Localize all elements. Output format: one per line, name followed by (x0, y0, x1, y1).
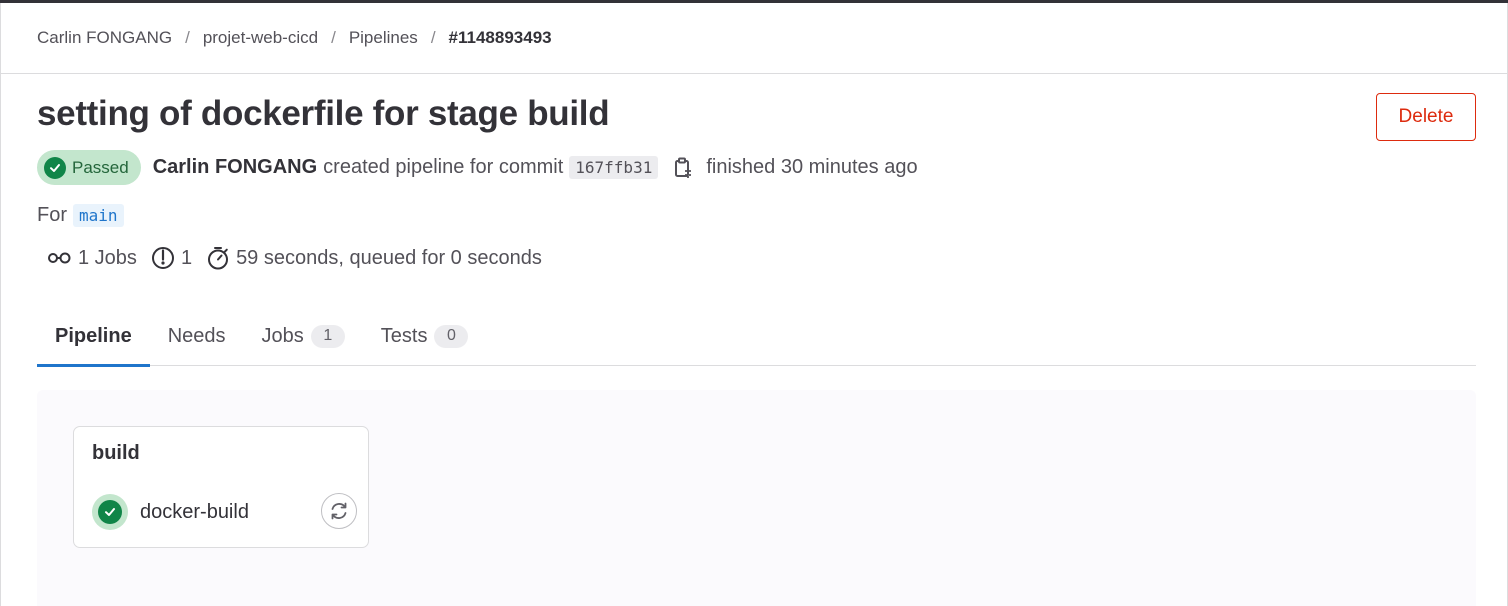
stage-card-build: build docker-build (73, 426, 369, 548)
action-text: created pipeline for commit (323, 156, 564, 178)
tab-label: Pipeline (55, 324, 132, 347)
stages-count-text: 1 (180, 246, 193, 269)
pipeline-stats: 1 Jobs 1 59 seconds, queued for 0 second… (48, 246, 556, 270)
duration: 59 seconds, queued for 0 seconds (206, 246, 542, 270)
finished-text: finished 30 minutes ago (706, 156, 918, 178)
job-item[interactable]: docker-build (92, 493, 357, 531)
pipeline-tabs: Pipeline Needs Jobs 1 Tests 0 (37, 306, 1476, 367)
stage-icon (151, 246, 175, 270)
breadcrumb-divider (0, 73, 1508, 74)
tab-tests[interactable]: Tests 0 (363, 306, 487, 366)
breadcrumb-item-pipelines[interactable]: Pipelines (349, 28, 418, 48)
job-status-success (92, 494, 128, 530)
jobs-count-text: 1 Jobs (78, 246, 137, 269)
timer-icon (206, 246, 230, 270)
status-badge[interactable]: Passed (37, 150, 141, 185)
job-name[interactable]: docker-build (140, 501, 249, 524)
tab-needs[interactable]: Needs (150, 306, 244, 366)
commit-sha-link[interactable]: 167ffb31 (569, 156, 659, 179)
check-circle-icon (44, 156, 66, 179)
tab-count-badge: 0 (434, 324, 469, 348)
for-label: For (37, 204, 67, 226)
tab-label: Tests (380, 324, 428, 347)
tab-label: Needs (167, 324, 226, 347)
jobs-count: 1 Jobs (48, 246, 137, 270)
status-label: Passed (72, 157, 129, 177)
pipeline-icon (48, 246, 72, 270)
tab-count-badge: 1 (310, 324, 345, 348)
branch-line: For main (37, 204, 124, 227)
breadcrumb-item-user[interactable]: Carlin FONGANG (37, 28, 172, 48)
pipeline-meta: Passed Carlin FONGANG created pipeline f… (37, 150, 918, 185)
page-title: setting of dockerfile for stage build (37, 94, 610, 133)
breadcrumb-separator: / (331, 28, 336, 47)
check-circle-icon (98, 500, 122, 524)
tab-label: Jobs (261, 324, 304, 347)
pipeline-graph: build docker-build (37, 390, 1476, 606)
retry-icon[interactable] (321, 493, 357, 529)
breadcrumb-item-project[interactable]: projet-web-cicd (203, 28, 318, 48)
breadcrumb-separator: / (430, 28, 436, 47)
breadcrumb-separator: / (185, 28, 190, 47)
breadcrumb: Carlin FONGANG / projet-web-cicd / Pipel… (37, 28, 552, 48)
breadcrumb-item-pipeline-id[interactable]: #1148893493 (449, 28, 552, 48)
copy-to-clipboard-icon[interactable] (670, 155, 696, 181)
tab-pipeline[interactable]: Pipeline (37, 306, 150, 367)
duration-text: 59 seconds, queued for 0 seconds (236, 246, 542, 269)
author-link[interactable]: Carlin FONGANG (153, 156, 317, 179)
delete-button[interactable]: Delete (1376, 93, 1476, 141)
stages-count: 1 (151, 246, 192, 270)
tab-jobs[interactable]: Jobs 1 (244, 306, 363, 366)
branch-link[interactable]: main (73, 204, 124, 227)
stage-name: build (92, 442, 140, 464)
